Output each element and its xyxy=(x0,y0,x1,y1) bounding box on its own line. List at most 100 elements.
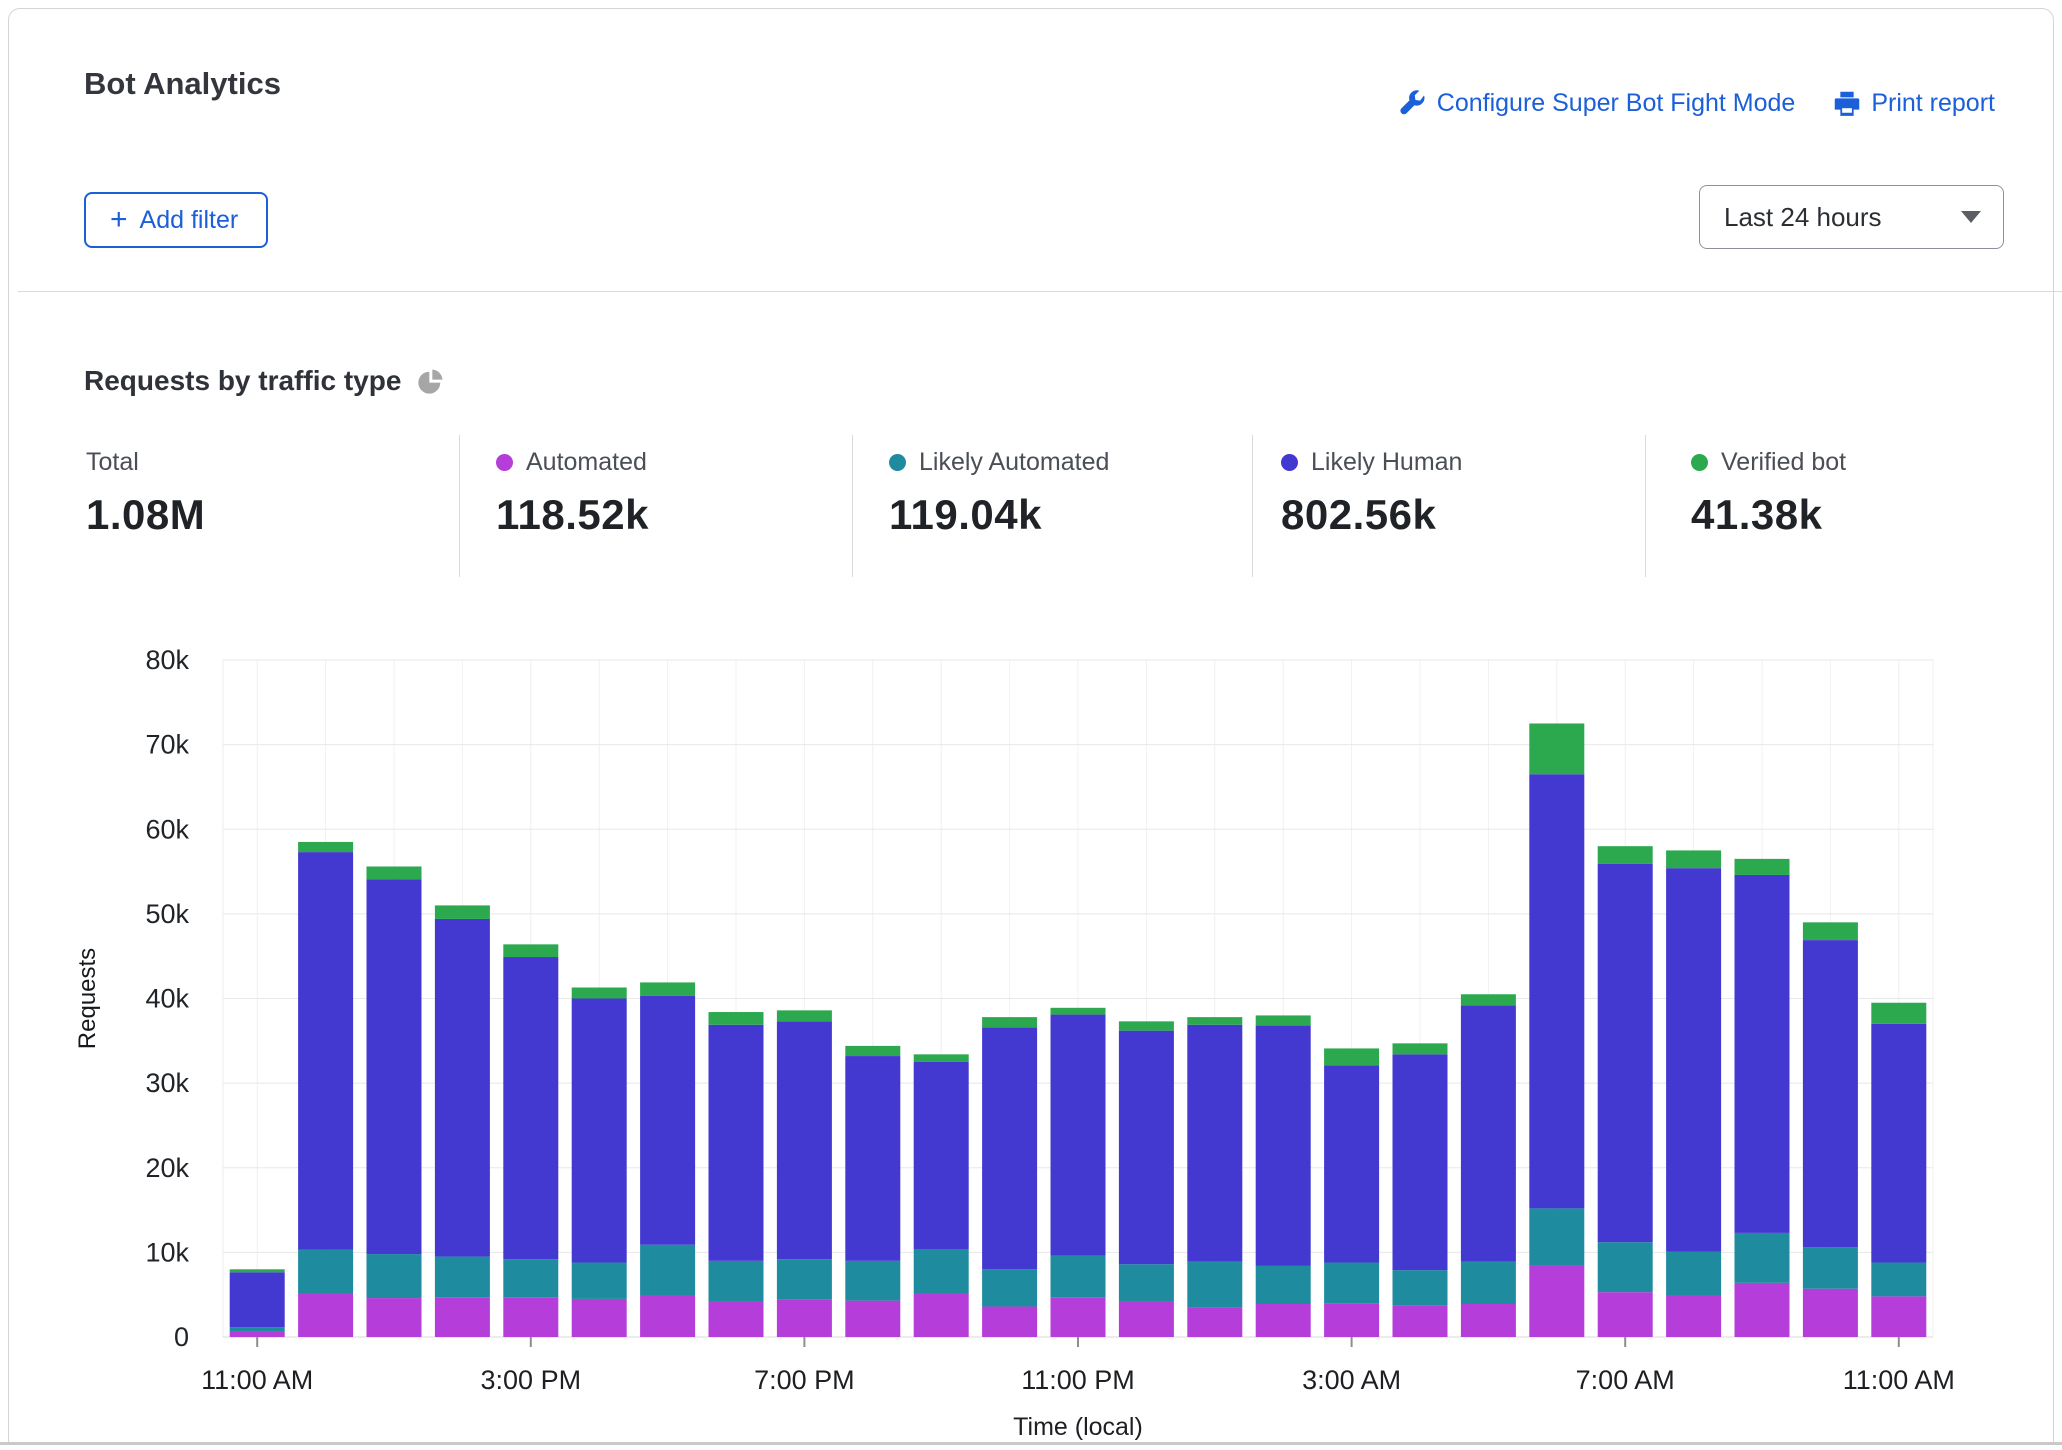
stat-likely-human[interactable]: Likely Human802.56k xyxy=(1281,447,1462,539)
bar-segment-verified-bot[interactable] xyxy=(1803,922,1858,940)
bar-segment-likely-human[interactable] xyxy=(777,1021,832,1259)
bar-segment-likely-human[interactable] xyxy=(982,1027,1037,1269)
bar-segment-likely-automated[interactable] xyxy=(777,1259,832,1300)
bar-segment-likely-human[interactable] xyxy=(1324,1065,1379,1262)
bar-segment-likely-human[interactable] xyxy=(1871,1024,1926,1263)
bar-segment-automated[interactable] xyxy=(1666,1296,1721,1337)
bar-segment-likely-human[interactable] xyxy=(640,996,695,1245)
bar-segment-automated[interactable] xyxy=(298,1293,353,1337)
bar-segment-likely-human[interactable] xyxy=(1051,1015,1106,1256)
bar-segment-verified-bot[interactable] xyxy=(1461,994,1516,1005)
bar-segment-verified-bot[interactable] xyxy=(503,944,558,957)
bar-segment-likely-automated[interactable] xyxy=(1529,1208,1584,1266)
bar-segment-automated[interactable] xyxy=(982,1307,1037,1337)
bar-segment-likely-human[interactable] xyxy=(1256,1026,1311,1266)
bar-segment-likely-human[interactable] xyxy=(914,1062,969,1249)
bar-segment-verified-bot[interactable] xyxy=(982,1017,1037,1027)
bar-segment-automated[interactable] xyxy=(640,1296,695,1337)
bar-segment-verified-bot[interactable] xyxy=(435,905,490,919)
bar-segment-verified-bot[interactable] xyxy=(1871,1003,1926,1024)
bar-segment-likely-automated[interactable] xyxy=(1666,1252,1721,1296)
bar-segment-likely-human[interactable] xyxy=(503,957,558,1259)
bar-segment-automated[interactable] xyxy=(1598,1292,1653,1337)
bar-segment-automated[interactable] xyxy=(572,1299,627,1337)
bar-segment-likely-automated[interactable] xyxy=(709,1261,764,1302)
bar-segment-verified-bot[interactable] xyxy=(1598,846,1653,864)
bar-segment-automated[interactable] xyxy=(1871,1296,1926,1337)
bar-segment-automated[interactable] xyxy=(1187,1307,1242,1337)
bar-segment-likely-human[interactable] xyxy=(1187,1025,1242,1262)
bar-segment-likely-human[interactable] xyxy=(435,919,490,1257)
bar-segment-automated[interactable] xyxy=(1051,1297,1106,1337)
bar-segment-automated[interactable] xyxy=(1529,1266,1584,1337)
bar-segment-automated[interactable] xyxy=(1461,1304,1516,1337)
bar-segment-likely-human[interactable] xyxy=(230,1272,285,1327)
bar-segment-likely-automated[interactable] xyxy=(1871,1263,1926,1297)
add-filter-button[interactable]: + Add filter xyxy=(84,192,268,248)
bar-segment-likely-automated[interactable] xyxy=(1803,1247,1858,1288)
bar-segment-likely-automated[interactable] xyxy=(230,1327,285,1332)
bar-segment-likely-human[interactable] xyxy=(1119,1031,1174,1265)
stat-verified-bot[interactable]: Verified bot41.38k xyxy=(1691,447,1846,539)
bar-segment-likely-human[interactable] xyxy=(709,1025,764,1261)
bar-segment-verified-bot[interactable] xyxy=(230,1269,285,1272)
bar-segment-automated[interactable] xyxy=(777,1300,832,1337)
bar-segment-likely-automated[interactable] xyxy=(982,1269,1037,1306)
bar-segment-automated[interactable] xyxy=(367,1298,422,1337)
bar-segment-likely-automated[interactable] xyxy=(640,1245,695,1296)
bar-segment-likely-automated[interactable] xyxy=(1461,1262,1516,1304)
bar-segment-verified-bot[interactable] xyxy=(1119,1021,1174,1030)
bar-segment-likely-automated[interactable] xyxy=(914,1249,969,1293)
bar-segment-automated[interactable] xyxy=(1393,1306,1448,1337)
bar-segment-verified-bot[interactable] xyxy=(1529,723,1584,774)
stat-total[interactable]: Total1.08M xyxy=(86,447,205,539)
bar-segment-automated[interactable] xyxy=(503,1297,558,1337)
bar-segment-likely-human[interactable] xyxy=(298,852,353,1250)
bar-segment-verified-bot[interactable] xyxy=(709,1012,764,1025)
bar-segment-verified-bot[interactable] xyxy=(1735,859,1790,875)
bar-segment-likely-human[interactable] xyxy=(1666,868,1721,1251)
bar-segment-likely-automated[interactable] xyxy=(845,1261,900,1301)
bar-segment-automated[interactable] xyxy=(1803,1289,1858,1337)
configure-super-bot-fight-mode-link[interactable]: Configure Super Bot Fight Mode xyxy=(1399,89,1796,118)
bar-segment-verified-bot[interactable] xyxy=(1051,1008,1106,1015)
bar-segment-likely-automated[interactable] xyxy=(298,1250,353,1293)
stat-likely-automated[interactable]: Likely Automated119.04k xyxy=(889,447,1109,539)
bar-segment-verified-bot[interactable] xyxy=(845,1046,900,1056)
bar-segment-likely-human[interactable] xyxy=(1735,875,1790,1233)
time-range-select[interactable]: Last 24 hours xyxy=(1699,185,2004,249)
bar-segment-verified-bot[interactable] xyxy=(1187,1017,1242,1025)
bar-segment-likely-automated[interactable] xyxy=(1187,1262,1242,1308)
bar-segment-likely-human[interactable] xyxy=(1598,864,1653,1242)
bar-segment-likely-human[interactable] xyxy=(1803,940,1858,1247)
bar-segment-likely-human[interactable] xyxy=(1393,1054,1448,1270)
print-report-link[interactable]: Print report xyxy=(1833,89,1995,118)
bar-segment-likely-automated[interactable] xyxy=(435,1257,490,1298)
bar-segment-likely-human[interactable] xyxy=(845,1056,900,1261)
bar-segment-verified-bot[interactable] xyxy=(1324,1048,1379,1065)
bar-segment-automated[interactable] xyxy=(845,1301,900,1337)
bar-segment-automated[interactable] xyxy=(1735,1283,1790,1337)
bar-segment-verified-bot[interactable] xyxy=(777,1010,832,1021)
bar-segment-likely-automated[interactable] xyxy=(1051,1256,1106,1297)
bar-segment-likely-automated[interactable] xyxy=(1735,1233,1790,1283)
bar-segment-likely-human[interactable] xyxy=(1529,774,1584,1208)
bar-segment-likely-automated[interactable] xyxy=(1256,1266,1311,1304)
bar-segment-verified-bot[interactable] xyxy=(367,866,422,879)
bar-segment-likely-automated[interactable] xyxy=(1119,1264,1174,1301)
stat-automated[interactable]: Automated118.52k xyxy=(496,447,649,539)
bar-segment-verified-bot[interactable] xyxy=(298,842,353,852)
bar-segment-automated[interactable] xyxy=(1256,1304,1311,1337)
bar-segment-automated[interactable] xyxy=(709,1301,764,1337)
bar-segment-likely-automated[interactable] xyxy=(1393,1270,1448,1306)
bar-segment-automated[interactable] xyxy=(1324,1303,1379,1337)
bar-segment-likely-human[interactable] xyxy=(367,879,422,1254)
bar-segment-likely-automated[interactable] xyxy=(1324,1263,1379,1304)
bar-segment-likely-human[interactable] xyxy=(572,999,627,1263)
bar-segment-automated[interactable] xyxy=(1119,1301,1174,1337)
bar-segment-verified-bot[interactable] xyxy=(1666,850,1721,868)
bar-segment-automated[interactable] xyxy=(435,1297,490,1337)
bar-segment-verified-bot[interactable] xyxy=(572,987,627,998)
bar-segment-likely-automated[interactable] xyxy=(367,1254,422,1298)
bar-segment-verified-bot[interactable] xyxy=(914,1054,969,1062)
